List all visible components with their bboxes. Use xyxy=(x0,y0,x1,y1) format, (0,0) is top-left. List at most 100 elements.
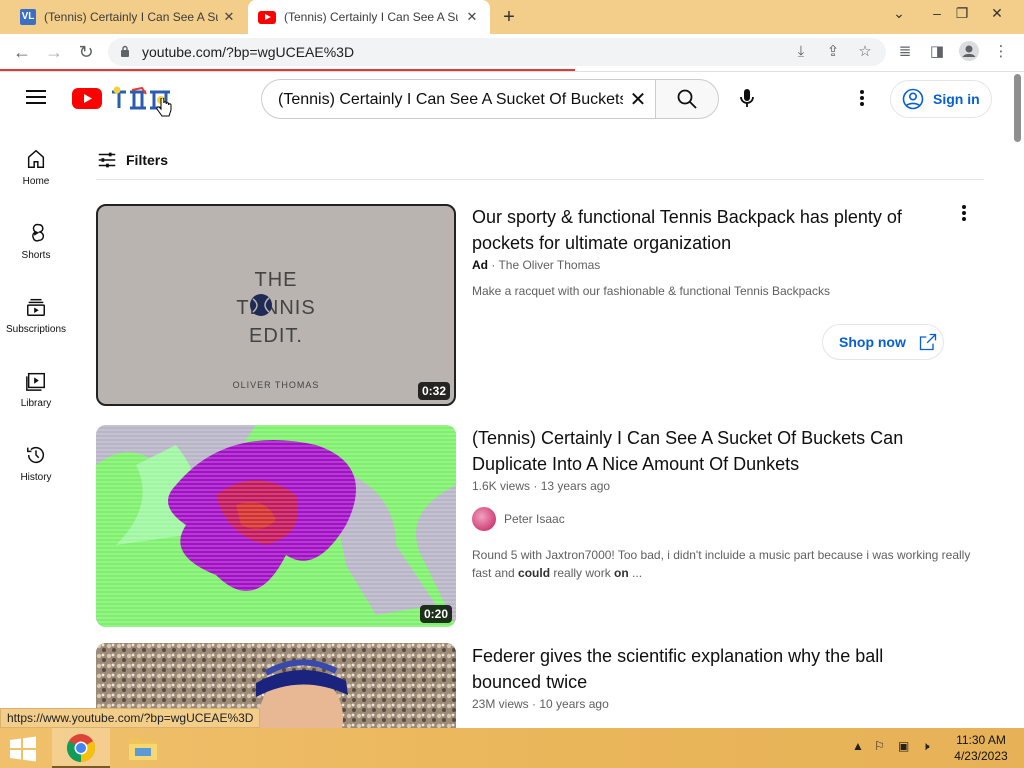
sidebar-item-shorts[interactable]: Shorts xyxy=(0,208,72,282)
guide-menu-icon[interactable] xyxy=(24,86,48,110)
install-app-icon[interactable]: ⤓ xyxy=(790,41,812,63)
browser-menu-icon[interactable]: ⋮ xyxy=(990,41,1012,63)
sidebar-item-home[interactable]: Home xyxy=(0,134,72,208)
video-thumbnail[interactable]: THE TENNIS EDIT. OLIVER THOMAS 0:32 xyxy=(96,204,456,406)
channel-avatar[interactable] xyxy=(472,507,496,531)
desc-highlight: on xyxy=(614,566,629,580)
filters-label: Filters xyxy=(126,152,169,168)
clear-search-icon[interactable]: ✕ xyxy=(626,88,650,112)
sign-in-button[interactable]: Sign in xyxy=(890,80,992,118)
youtube-favicon-icon xyxy=(258,10,276,24)
chrome-icon xyxy=(67,734,95,762)
browser-toolbar: ← → ↻ youtube.com/?bp=wgUCEAE%3D ⤓ ⇪ ☆ ≣… xyxy=(0,34,1024,70)
settings-kebab-icon[interactable] xyxy=(850,86,874,110)
video-title[interactable]: (Tennis) Certainly I Can See A Sucket Of… xyxy=(472,425,942,477)
back-arrow-icon[interactable]: ← xyxy=(10,40,34,64)
duration-badge: 0:32 xyxy=(417,382,450,400)
shorts-icon xyxy=(32,223,45,242)
address-bar[interactable]: youtube.com/?bp=wgUCEAE%3D ⤓ ⇪ ☆ xyxy=(108,38,886,66)
sidebar-item-library[interactable]: Library xyxy=(0,356,72,430)
toolbar-divider xyxy=(0,71,1024,72)
mouse-pointer-hand-icon xyxy=(156,98,172,117)
side-panel-icon[interactable]: ◨ xyxy=(926,41,948,63)
desc-highlight: could xyxy=(518,566,551,580)
tab-2-active[interactable]: (Tennis) Certainly I Can See A Sucket ✕ xyxy=(248,0,490,34)
tab-title: (Tennis) Certainly I Can See A Sucket xyxy=(284,10,458,24)
taskbar-file-explorer-button[interactable] xyxy=(114,728,172,768)
abstract-thumbnail-art xyxy=(96,425,456,627)
video-description: Make a racquet with our fashionable & fu… xyxy=(472,284,830,298)
url-text: youtube.com/?bp=wgUCEAE%3D xyxy=(142,44,355,60)
action-center-flag-icon[interactable]: ⚐ xyxy=(874,739,885,753)
tab-close-icon[interactable]: ✕ xyxy=(221,9,237,25)
channel-name[interactable]: The Oliver Thomas xyxy=(498,258,600,272)
video-meta: 23M views · 10 years ago xyxy=(472,697,609,711)
scrollbar-thumb[interactable] xyxy=(1014,74,1021,142)
video-meta: 1.6K views · 13 years ago xyxy=(472,479,611,493)
ad-badge: Ad xyxy=(472,258,488,272)
channel-row[interactable]: Peter Isaac xyxy=(472,507,565,531)
volume-muted-icon[interactable]: 🕨 xyxy=(922,739,930,754)
folder-icon xyxy=(129,739,157,760)
search-input[interactable] xyxy=(278,88,623,112)
close-window-icon[interactable]: ✕ xyxy=(980,0,1014,30)
shop-now-button[interactable]: Shop now xyxy=(822,324,944,360)
sidebar-label: History xyxy=(20,472,52,483)
forward-arrow-icon[interactable]: → xyxy=(42,40,66,64)
thumb-line: EDIT. xyxy=(249,325,303,347)
tennis-ball-icon xyxy=(250,294,272,316)
duration-badge: 0:20 xyxy=(419,605,452,623)
video-title[interactable]: Our sporty & functional Tennis Backpack … xyxy=(472,204,942,256)
search-icon xyxy=(677,89,697,109)
filters-button[interactable]: Filters xyxy=(96,148,168,172)
history-icon xyxy=(27,447,45,464)
tab-1[interactable]: VL (Tennis) Certainly I Can See A Sucket… xyxy=(12,0,247,34)
vl-favicon-icon: VL xyxy=(20,9,36,25)
taskbar-clock[interactable]: 11:30 AM 4/23/2023 xyxy=(948,732,1014,764)
more-actions-kebab-icon[interactable] xyxy=(952,202,976,226)
tab-close-icon[interactable]: ✕ xyxy=(464,9,480,25)
reload-icon[interactable]: ↻ xyxy=(74,40,98,64)
sidebar-label: Home xyxy=(22,176,50,187)
ad-meta: Ad · The Oliver Thomas xyxy=(472,258,601,272)
microphone-icon[interactable] xyxy=(735,86,759,110)
tab-search-chevron-icon[interactable]: ⌄ xyxy=(882,0,916,30)
sidebar-item-subscriptions[interactable]: Subscriptions xyxy=(0,282,72,356)
upload-age: 13 years ago xyxy=(540,479,611,493)
windows-taskbar: ▲ ⚐ ▣ 🕨 11:30 AM 4/23/2023 xyxy=(0,728,1024,768)
windows-start-icon[interactable] xyxy=(8,736,38,762)
network-icon[interactable]: ▣ xyxy=(898,739,909,753)
thumbnail-text: THE TENNIS EDIT. xyxy=(98,266,454,350)
restore-icon[interactable]: ❐ xyxy=(945,0,979,30)
taskbar-chrome-button[interactable] xyxy=(52,728,110,768)
video-thumbnail[interactable]: 0:20 xyxy=(96,425,456,627)
page-scrollbar[interactable] xyxy=(1011,72,1024,728)
channel-name[interactable]: Peter Isaac xyxy=(504,512,565,526)
video-title[interactable]: Federer gives the scientific explanation… xyxy=(472,643,942,695)
desc-text: really work xyxy=(550,566,615,580)
filters-divider xyxy=(96,179,984,180)
reading-list-icon[interactable]: ≣ xyxy=(894,41,916,63)
shop-now-label: Shop now xyxy=(839,334,906,350)
sidebar-label: Library xyxy=(20,398,52,409)
search-button[interactable] xyxy=(655,79,719,119)
sidebar-item-history[interactable]: History xyxy=(0,430,72,504)
thumb-line: THE xyxy=(254,269,298,291)
sidebar-label: Shorts xyxy=(21,250,51,261)
tray-overflow-chevron-icon[interactable]: ▲ xyxy=(852,739,864,753)
share-icon[interactable]: ⇪ xyxy=(822,41,844,63)
tab-title: (Tennis) Certainly I Can See A Sucket xyxy=(44,10,218,24)
thumb-line: TENNIS xyxy=(236,297,316,319)
clock-time: 11:30 AM xyxy=(956,733,1006,747)
view-count: 23M views xyxy=(472,697,529,711)
subscriptions-icon xyxy=(27,298,45,316)
link-status-bubble: https://www.youtube.com/?bp=wgUCEAE%3D xyxy=(0,708,261,728)
bookmark-star-icon[interactable]: ☆ xyxy=(854,41,876,63)
sign-in-label: Sign in xyxy=(933,91,980,107)
profile-avatar-icon[interactable] xyxy=(958,41,980,63)
search-box: ✕ xyxy=(261,79,656,119)
upload-age: 10 years ago xyxy=(539,697,609,711)
video-description: Round 5 with Jaxtron7000! Too bad, i did… xyxy=(472,546,984,582)
tab-strip: VL (Tennis) Certainly I Can See A Sucket… xyxy=(0,0,1024,34)
new-tab-plus-icon[interactable]: + xyxy=(498,6,520,28)
